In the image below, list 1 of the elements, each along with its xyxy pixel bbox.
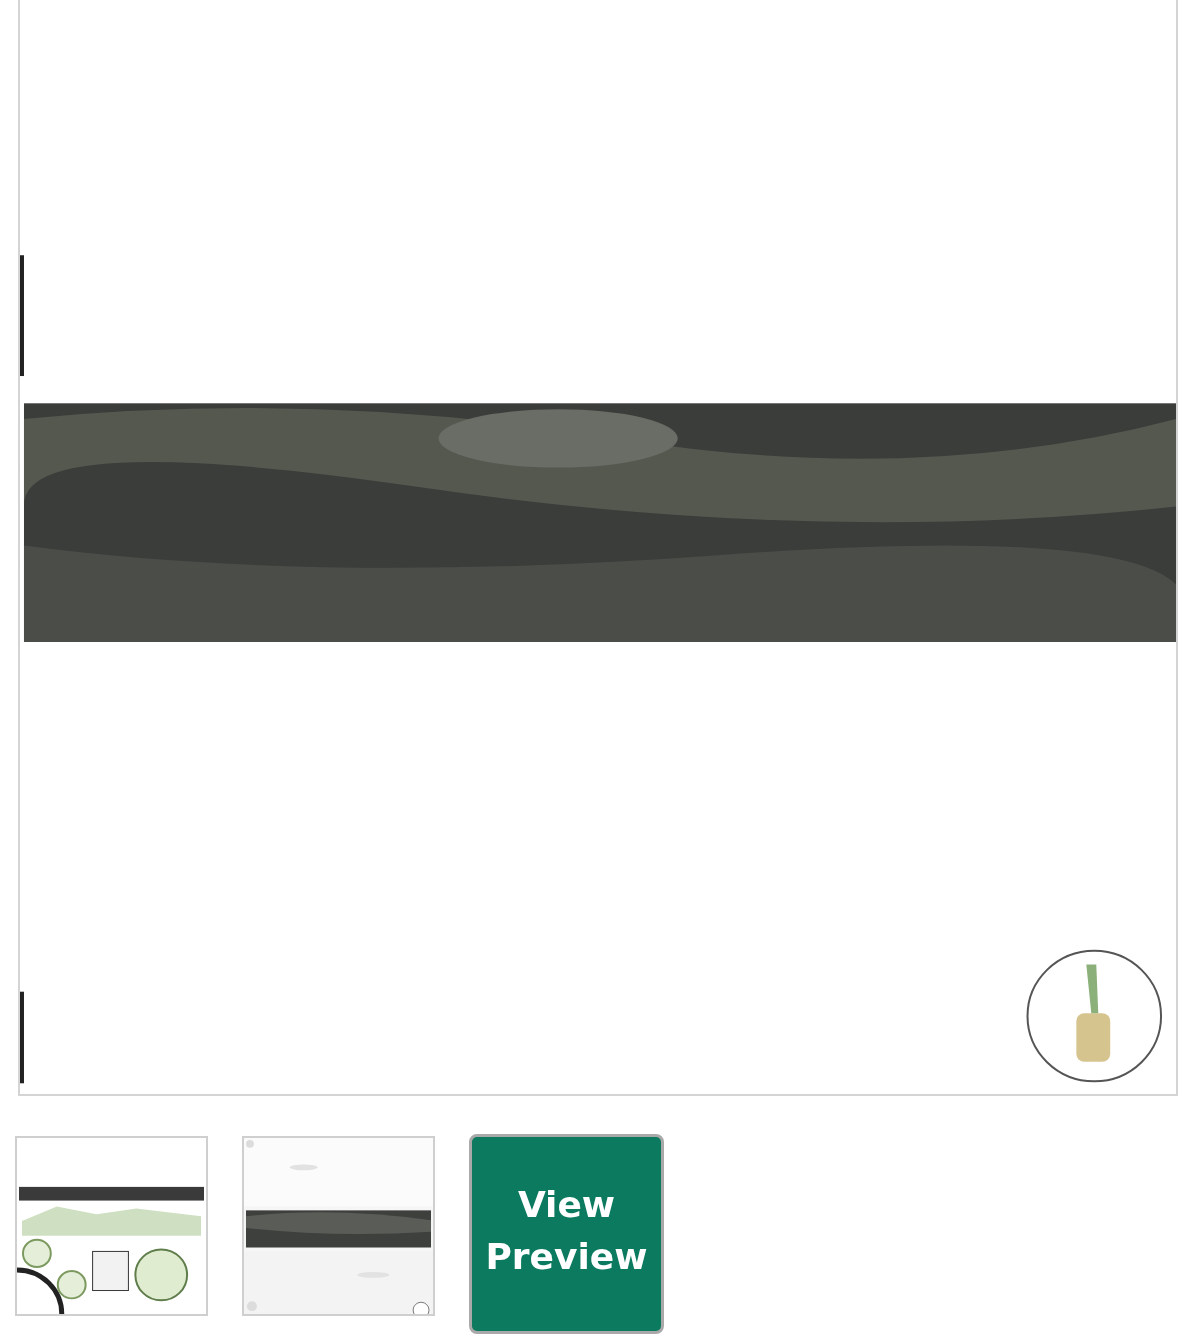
view-preview-button[interactable]: View Preview (469, 1134, 664, 1334)
